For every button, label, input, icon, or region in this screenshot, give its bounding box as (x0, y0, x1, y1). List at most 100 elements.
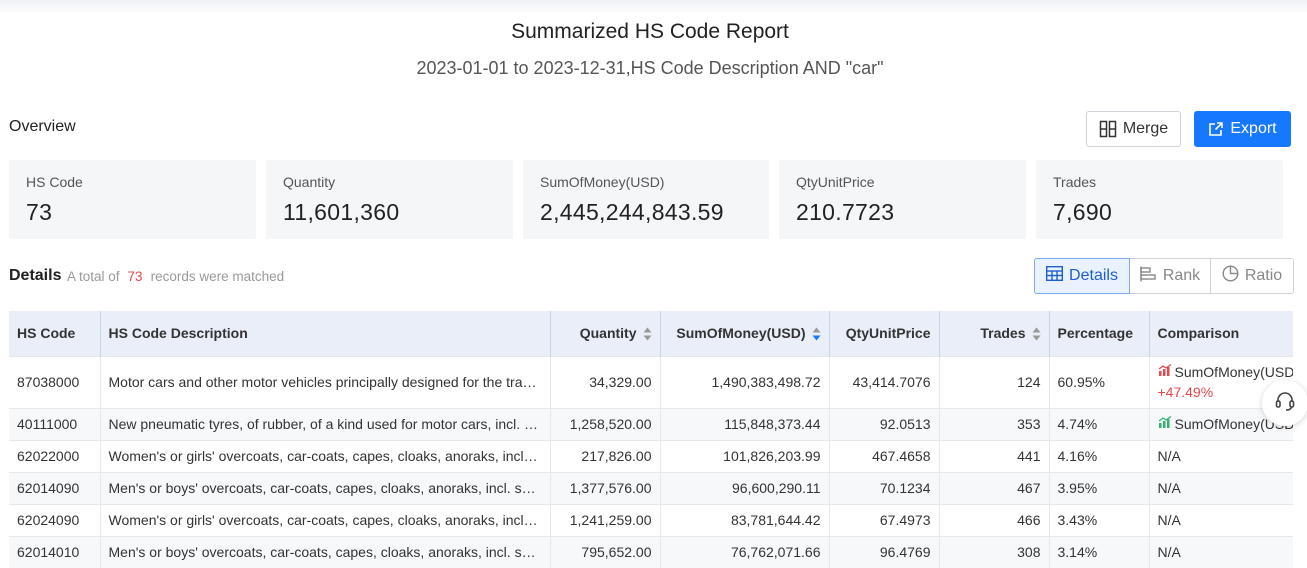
cell-quantity: 1,377,576.00 (550, 471, 661, 504)
total-prefix: A total of (67, 269, 120, 284)
records-matched-summary: A total of 73 records were matched (67, 269, 284, 284)
overview-heading: Overview (9, 118, 76, 135)
stat-value: 7,690 (1053, 199, 1113, 225)
cell-comparison: N/A (1149, 535, 1293, 568)
cell-hs-code: 62014090 (9, 471, 101, 504)
stat-value: 11,601,360 (283, 199, 400, 225)
cell-qty-unit-price: 467.4658 (829, 439, 940, 472)
export-button[interactable]: Export (1194, 111, 1291, 147)
cell-qty-unit-price: 96.4769 (829, 535, 940, 568)
stat-value: 210.7723 (796, 199, 895, 225)
stat-label: HS Code (26, 174, 83, 190)
cell-quantity: 1,241,259.00 (550, 503, 661, 536)
cell-percentage: 3.43% (1049, 503, 1150, 536)
trend-up-icon (1158, 362, 1172, 382)
cell-percentage: 3.14% (1049, 535, 1150, 568)
table-row[interactable]: 40111000 New pneumatic tyres, of rubber,… (9, 407, 1293, 440)
stat-label: Quantity (283, 174, 336, 190)
view-toggle: Details Rank Ratio (1034, 258, 1294, 294)
table-row[interactable]: 62014010 Men's or boys' overcoats, car-c… (9, 535, 1293, 568)
trend-neutral-icon (1158, 416, 1172, 432)
stat-value: 73 (26, 199, 53, 225)
cell-sum-of-money: 83,781,644.42 (660, 503, 830, 536)
column-header-description: HS Code Description (100, 311, 551, 356)
cell-qty-unit-price: 70.1234 (829, 471, 940, 504)
table-row[interactable]: 62024090 Women's or girls' overcoats, ca… (9, 503, 1293, 536)
stat-label: Trades (1053, 174, 1097, 190)
cell-percentage: 60.95% (1049, 355, 1150, 408)
tab-rank[interactable]: Rank (1129, 258, 1211, 294)
rank-bars-icon (1140, 266, 1157, 287)
cell-qty-unit-price: 67.4973 (829, 503, 940, 536)
cell-trades: 353 (939, 407, 1050, 440)
cell-quantity: 795,652.00 (550, 535, 661, 568)
cell-hs-code: 62014010 (9, 535, 101, 568)
cell-quantity: 1,258,520.00 (550, 407, 661, 440)
cell-hs-code: 62022000 (9, 439, 101, 472)
sort-icon[interactable] (1032, 327, 1041, 341)
column-header-hs-code: HS Code (9, 311, 101, 356)
stat-card-qty-unit-price: QtyUnitPrice 210.7723 (779, 160, 1026, 239)
cell-sum-of-money: 76,762,071.66 (660, 535, 830, 568)
merge-button[interactable]: Merge (1086, 111, 1181, 147)
cell-comparison: N/A (1149, 503, 1293, 536)
tab-details-label: Details (1069, 267, 1118, 284)
stat-label: QtyUnitPrice (796, 174, 875, 190)
column-header-sum-of-money[interactable]: SumOfMoney(USD) (660, 311, 830, 356)
stat-card-trades: Trades 7,690 (1036, 160, 1283, 239)
table-row[interactable]: 87038000 Motor cars and other motor vehi… (9, 355, 1293, 408)
report-title: Summarized HS Code Report (511, 20, 789, 43)
cell-qty-unit-price: 43,414.7076 (829, 355, 940, 408)
cell-sum-of-money: 115,848,373.44 (660, 407, 830, 440)
cell-sum-of-money: 101,826,203.99 (660, 439, 830, 472)
table-icon (1046, 265, 1064, 286)
cell-sum-of-money: 96,600,290.11 (660, 471, 830, 504)
tab-rank-label: Rank (1162, 267, 1201, 284)
cell-description: Men's or boys' overcoats, car-coats, cap… (100, 471, 551, 504)
top-shade (0, 0, 1307, 14)
column-header-qty-unit-price: QtyUnitPrice (829, 311, 940, 356)
stat-card-sum-of-money: SumOfMoney(USD) 2,445,244,843.59 (523, 160, 769, 239)
cell-trades: 124 (939, 355, 1050, 408)
cell-quantity: 217,826.00 (550, 439, 661, 472)
sort-icon[interactable] (812, 327, 821, 341)
hs-code-table: HS Code HS Code Description Quantity Sum… (9, 311, 1293, 568)
cell-trades: 466 (939, 503, 1050, 536)
export-icon (1208, 121, 1224, 137)
total-suffix: records were matched (150, 269, 285, 284)
report-subtitle: 2023-01-01 to 2023-12-31,HS Code Descrip… (416, 58, 884, 78)
sort-icon[interactable] (643, 327, 652, 341)
column-header-percentage: Percentage (1049, 311, 1150, 356)
cell-description: New pneumatic tyres, of rubber, of a kin… (100, 407, 551, 440)
headset-icon (1274, 390, 1296, 417)
cell-description: Women's or girls' overcoats, car-coats, … (100, 503, 551, 536)
cell-trades: 441 (939, 439, 1050, 472)
export-button-label: Export (1230, 120, 1277, 137)
merge-button-label: Merge (1122, 120, 1169, 137)
tab-ratio[interactable]: Ratio (1210, 258, 1294, 294)
cell-percentage: 3.95% (1049, 471, 1150, 504)
pie-chart-icon (1222, 265, 1239, 287)
cell-hs-code: 40111000 (9, 407, 101, 440)
cell-hs-code: 87038000 (9, 355, 101, 408)
cell-description: Motor cars and other motor vehicles prin… (100, 355, 551, 408)
table-row[interactable]: 62022000 Women's or girls' overcoats, ca… (9, 439, 1293, 472)
stat-label: SumOfMoney(USD) (540, 174, 665, 190)
stat-card-hs-code: HS Code 73 (9, 160, 256, 239)
table-row[interactable]: 62014090 Men's or boys' overcoats, car-c… (9, 471, 1293, 504)
table-header-row: HS Code HS Code Description Quantity Sum… (9, 311, 1293, 356)
cell-description: Men's or boys' overcoats, car-coats, cap… (100, 535, 551, 568)
customer-support-button[interactable] (1262, 380, 1307, 426)
details-heading: Details (9, 267, 62, 284)
column-header-comparison: Comparison (1149, 311, 1293, 356)
total-count: 73 (127, 269, 143, 284)
cell-quantity: 34,329.00 (550, 355, 661, 408)
tab-details[interactable]: Details (1034, 258, 1130, 294)
column-header-quantity[interactable]: Quantity (550, 311, 661, 356)
column-header-trades[interactable]: Trades (939, 311, 1050, 356)
cell-percentage: 4.16% (1049, 439, 1150, 472)
cell-hs-code: 62024090 (9, 503, 101, 536)
cell-qty-unit-price: 92.0513 (829, 407, 940, 440)
tab-ratio-label: Ratio (1244, 267, 1283, 284)
merge-icon (1099, 120, 1117, 138)
